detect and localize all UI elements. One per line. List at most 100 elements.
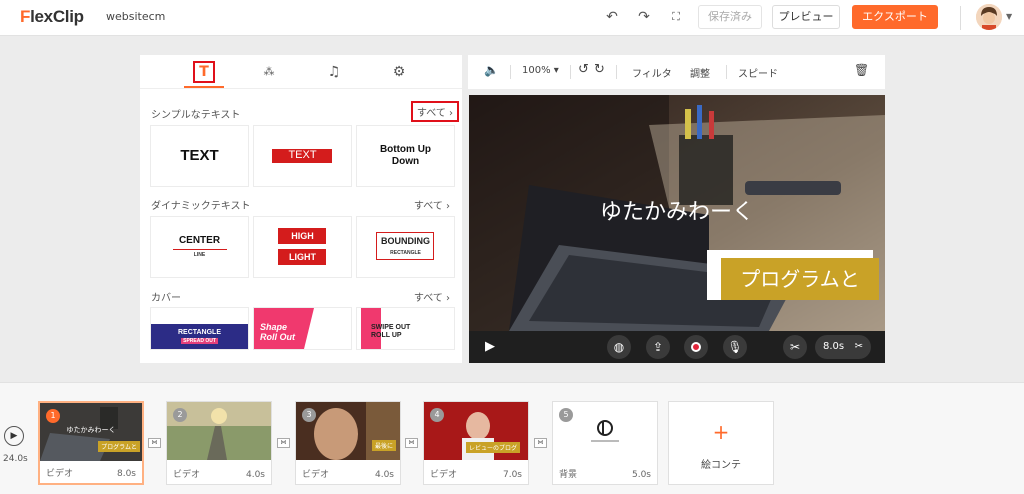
upload-icon[interactable]: ⇪ (646, 335, 670, 359)
text-library-panel: T ⁂ ♫ ⚙ シンプルなテキスト すべて › TEXT TEXT Bottom… (140, 55, 462, 363)
clip-type: ビデオ (46, 469, 74, 479)
card-sub-label: SPREAD OUT (151, 338, 248, 344)
preview-button[interactable]: プレビュー (772, 5, 840, 29)
see-all-dynamic-link[interactable]: すべて › (414, 197, 450, 212)
add-scene-label: 絵コンテ (701, 460, 741, 471)
transition-icon[interactable]: ⋈ (405, 438, 418, 448)
redo-icon[interactable]: ↷ (636, 9, 652, 25)
top-bar: FlexClip websitecm ↶ ↷ ⛶ 保存済み プレビュー エクスポ… (0, 0, 1024, 36)
microphone-icon[interactable]: 🎙 (723, 335, 747, 359)
canvas-title-text[interactable]: ゆたかみわーく (469, 194, 885, 226)
card-sub-label: RECTANGLE (390, 250, 421, 256)
toolbar-separator (726, 65, 727, 79)
project-name[interactable]: websitecm (106, 10, 165, 23)
tab-settings-icon[interactable]: ⚙ (388, 61, 410, 83)
record-icon[interactable] (684, 335, 708, 359)
rotate-left-icon[interactable]: ↺ (578, 62, 589, 77)
section-title-simple: シンプルなテキスト (151, 110, 241, 121)
timeline-clip[interactable]: 最後に 3 ビデオ 4.0s (295, 401, 401, 485)
clip-duration: 5.0s (631, 470, 651, 480)
see-all-cover-link[interactable]: すべて › (414, 289, 450, 304)
toolbar-divider (960, 6, 961, 30)
scissors-icon[interactable]: ✂ (855, 335, 863, 359)
clip-duration: 4.0s (245, 470, 265, 480)
globe-icon[interactable]: ◍ (607, 335, 631, 359)
duration-pill[interactable]: 8.0s ✂ (815, 335, 871, 359)
export-button[interactable]: エクスポート (852, 5, 938, 29)
card-sub-tag: SPREAD OUT (181, 338, 218, 344)
storyboard-timeline: ▶ 2 4.0s ゆたかみわーく プログラムと 1 ビデオ 8.0s ⋈ 2 ビデ… (0, 382, 1024, 494)
card-text-label: LIGHT (289, 252, 316, 262)
section-title-cover: カバー (151, 293, 181, 304)
play-icon[interactable]: ▶ (485, 339, 495, 354)
toolbar-separator (570, 65, 571, 79)
dynamic-template-card[interactable]: BOUNDING RECTANGLE (357, 217, 454, 277)
see-all-simple-link[interactable]: すべて › (410, 101, 459, 122)
dynamic-template-card[interactable]: HIGH LIGHT (254, 217, 351, 277)
filter-button[interactable]: フィルタ (632, 65, 672, 80)
split-icon[interactable]: ✂ (783, 335, 807, 359)
timeline-clip[interactable]: 5 背景 5.0s (552, 401, 658, 485)
dynamic-template-card[interactable]: CENTER LINE (151, 217, 248, 277)
timeline-play-icon[interactable]: ▶ (4, 426, 24, 446)
timeline-clip[interactable]: 2 ビデオ 4.0s (166, 401, 272, 485)
transition-icon[interactable]: ⋈ (277, 438, 290, 448)
card-sub-label: LINE (193, 252, 206, 258)
clip-duration: 7.0s (502, 470, 522, 480)
toolbar-separator (616, 65, 617, 79)
fullscreen-icon[interactable]: ⛶ (668, 9, 684, 25)
section-title-dynamic: ダイナミックテキスト (151, 201, 251, 212)
toolbar-separator (510, 65, 511, 79)
zoom-select[interactable]: 100% ▾ (522, 65, 559, 76)
text-template-card[interactable]: Bottom Up Down (357, 126, 454, 186)
card-text-label: CENTER (178, 235, 221, 246)
tab-music-icon[interactable]: ♫ (323, 61, 345, 83)
cover-template-card[interactable]: RECTANGLE SPREAD OUT (151, 308, 248, 349)
clip-number: 3 (302, 408, 316, 422)
user-avatar[interactable] (976, 4, 1002, 30)
clip-overlay-text: ゆたかみわーく (66, 426, 116, 434)
clip-number: 2 (173, 408, 187, 422)
text-template-card[interactable]: TEXT (254, 126, 351, 186)
cover-template-card[interactable]: SWIPE OUT ROLL UP (357, 308, 454, 349)
timeline-clip[interactable]: ゆたかみわーく プログラムと 1 ビデオ 8.0s (38, 401, 144, 485)
text-template-card[interactable]: TEXT (151, 126, 248, 186)
undo-icon[interactable]: ↶ (604, 9, 620, 25)
transition-icon[interactable]: ⋈ (534, 438, 547, 448)
active-tab-indicator (184, 86, 224, 88)
library-tabs: T ⁂ ♫ ⚙ (140, 55, 462, 89)
preview-toolbar: 🔈 100% ▾ ↺ ↻ フィルタ 調整 スピード 🗑 (468, 55, 885, 89)
adjust-button[interactable]: 調整 (690, 65, 710, 80)
clip-tag: レビューのブログ (465, 442, 520, 453)
trash-icon[interactable]: 🗑 (854, 63, 869, 77)
chevron-down-icon[interactable]: ▼ (1006, 12, 1012, 21)
player-controls: ▶ ◍ ⇪ 🎙 ✂ 8.0s ✂ (469, 331, 885, 363)
tab-text-icon[interactable]: T (193, 61, 215, 83)
rotate-right-icon[interactable]: ↻ (594, 62, 605, 77)
clip-type: 背景 (559, 470, 578, 480)
video-canvas[interactable]: ゆたかみわーく プログラムと (469, 95, 885, 331)
card-text-label: HIGH (291, 231, 314, 241)
add-scene-button[interactable]: + 絵コンテ (668, 401, 774, 485)
volume-icon[interactable]: 🔈 (484, 63, 499, 77)
flexclip-logo[interactable]: FlexClip (20, 7, 84, 27)
timeline-clip[interactable]: レビューのブログ 4 ビデオ 7.0s (423, 401, 529, 485)
card-text-label: Bottom Up Down (379, 144, 432, 167)
clip-tag: 最後に (371, 440, 396, 451)
card-cover-band (151, 324, 248, 349)
card-text-label: RECTANGLE (177, 329, 222, 336)
clip-number: 5 (559, 408, 573, 422)
canvas-caption[interactable]: プログラムと (721, 258, 879, 300)
tab-elements-icon[interactable]: ⁂ (258, 61, 280, 83)
clip-tag: プログラムと (98, 441, 140, 452)
card-underline (173, 249, 227, 250)
card-text-label: TEXT (288, 149, 317, 161)
cover-template-card[interactable]: Shape Roll Out (254, 308, 351, 349)
saved-button[interactable]: 保存済み (698, 5, 762, 29)
clip-type: ビデオ (173, 470, 201, 480)
clip-duration: 8.0s (116, 469, 136, 479)
transition-icon[interactable]: ⋈ (148, 438, 161, 448)
speed-button[interactable]: スピード (738, 65, 778, 80)
card-text-label: SWIPE OUT ROLL UP (371, 324, 411, 339)
clip-number: 1 (46, 409, 60, 423)
